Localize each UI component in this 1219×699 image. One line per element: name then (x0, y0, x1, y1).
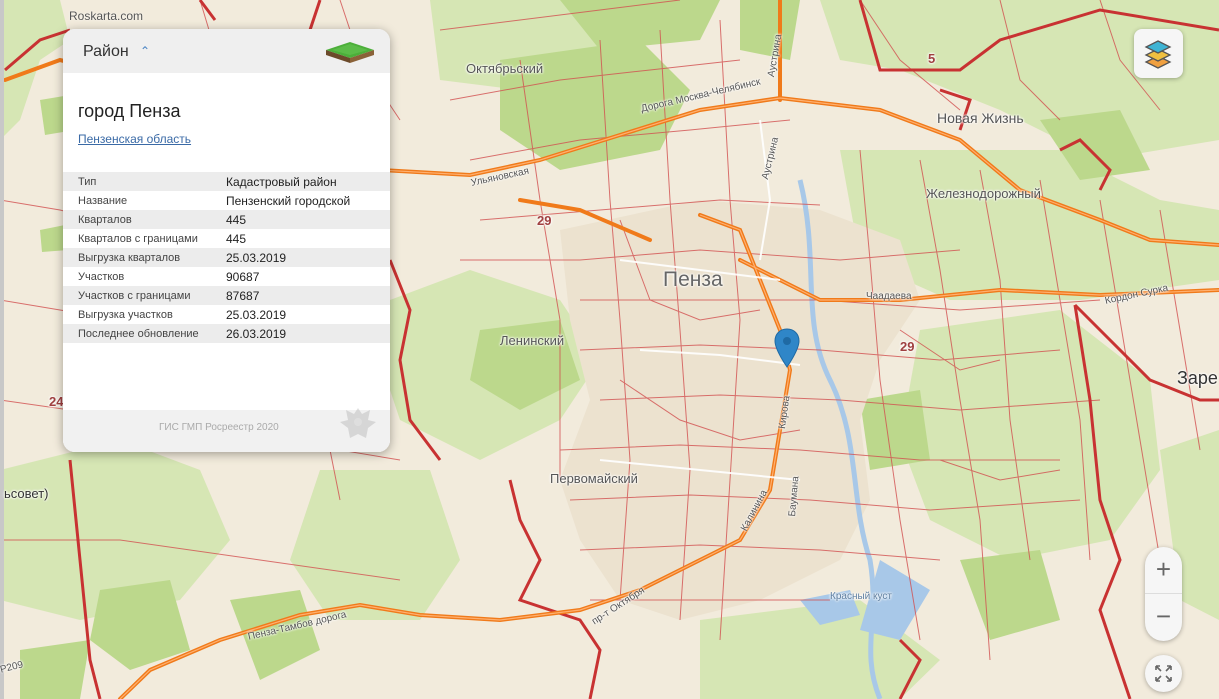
location-marker-icon[interactable] (774, 328, 800, 368)
property-row: Кварталов 445 (63, 210, 390, 229)
property-value: 26.03.2019 (211, 324, 390, 343)
map-watermark: Roskarta.com (69, 9, 144, 23)
property-row: Тип Кадастровый район (63, 172, 390, 191)
property-key: Название (63, 191, 211, 210)
property-key: Выгрузка кварталов (63, 248, 211, 267)
road-number-29-west: 29 (537, 213, 552, 228)
panel-title[interactable]: Район (83, 43, 129, 61)
property-row: Участков 90687 (63, 267, 390, 286)
property-value: 90687 (211, 267, 390, 286)
land-parcel-logo-icon (326, 42, 374, 63)
property-row: Выгрузка кварталов 25.03.2019 (63, 248, 390, 267)
property-row: Кварталов с границами 445 (63, 229, 390, 248)
property-key: Кварталов с границами (63, 229, 211, 248)
property-key: Кварталов (63, 210, 211, 229)
property-key: Последнее обновление (63, 324, 211, 343)
district-label-oktyabrsky: Октябрьский (466, 61, 544, 76)
district-label-pervomaisky: Первомайский (550, 471, 638, 486)
place-label-zare: Заре (1177, 368, 1218, 388)
property-key: Участков с границами (63, 286, 211, 305)
zoom-in-button[interactable]: + (1145, 547, 1182, 594)
property-row: Последнее обновление 26.03.2019 (63, 324, 390, 343)
property-key: Выгрузка участков (63, 305, 211, 324)
region-link[interactable]: Пензенская область (78, 132, 191, 146)
road-number-29-east: 29 (900, 339, 915, 354)
layers-button[interactable] (1134, 29, 1183, 78)
property-row: Выгрузка участков 25.03.2019 (63, 305, 390, 324)
property-key: Тип (63, 172, 211, 191)
property-value: 87687 (211, 286, 390, 305)
district-label-zheleznodorozhny: Железнодорожный (926, 186, 1041, 201)
property-value: Кадастровый район (211, 172, 390, 191)
place-label-novaya-zhizn: Новая Жизнь (937, 110, 1024, 126)
road-number-5: 5 (928, 51, 936, 66)
street-label-krasny-kust: Красный куст (830, 591, 892, 602)
property-key: Участков (63, 267, 211, 286)
street-label-chaadaeva: Чаадаева (866, 291, 912, 302)
fullscreen-button[interactable] (1145, 655, 1182, 692)
place-label-selsovet: ьсовет) (4, 486, 49, 501)
coat-of-arms-eagle-icon (340, 408, 376, 438)
property-value: 25.03.2019 (211, 248, 390, 267)
district-label-leninsky: Ленинский (500, 333, 565, 348)
panel-footer: ГИС ГМП Росреестр 2020 (63, 408, 390, 452)
zoom-out-button[interactable]: − (1145, 594, 1182, 640)
info-panel: Район ⌃ город Пенза Пензенская область Т… (63, 29, 390, 452)
property-value: 445 (211, 210, 390, 229)
place-name: город Пенза (78, 101, 181, 121)
footer-credit: ГИС ГМП Росреестр 2020 (159, 422, 279, 433)
fullscreen-icon (1155, 665, 1172, 682)
panel-header[interactable]: Район ⌃ (63, 29, 390, 74)
collapse-chevron-icon[interactable]: ⌃ (140, 44, 150, 58)
property-value: 445 (211, 229, 390, 248)
layers-icon (1144, 40, 1172, 69)
panel-body: город Пенза Пензенская область Тип Кадаст… (63, 73, 390, 452)
city-label: Пенза (663, 268, 723, 291)
property-value: 25.03.2019 (211, 305, 390, 324)
properties-table: Тип Кадастровый район Название Пензенский г… (63, 172, 390, 343)
zoom-control: + − (1145, 547, 1182, 641)
property-row: Участков с границами 87687 (63, 286, 390, 305)
property-value: Пензенский городской (211, 191, 390, 210)
road-number-24: 24 (49, 394, 64, 409)
property-row: Название Пензенский городской (63, 191, 390, 210)
